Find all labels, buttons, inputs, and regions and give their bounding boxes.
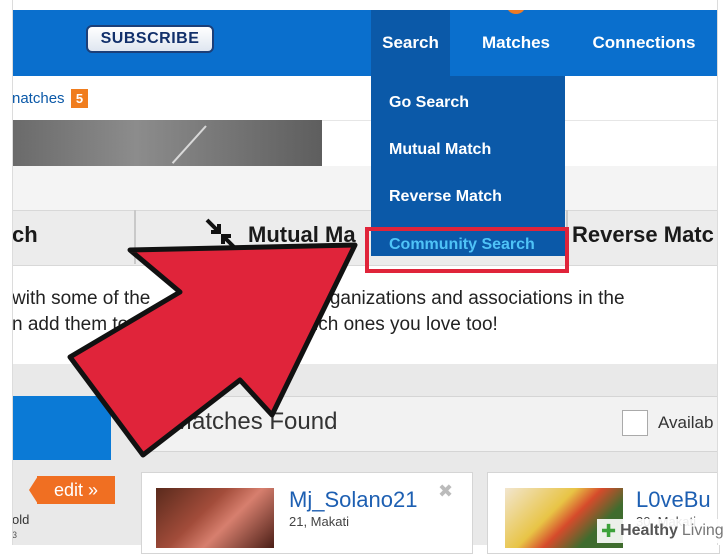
- description-line-1: with some of the ands, organizations and…: [12, 288, 625, 309]
- match-name[interactable]: L0veBu: [636, 487, 711, 513]
- match-location: 21, Makati: [289, 514, 349, 529]
- available-label: Availab: [658, 413, 714, 432]
- nav-matches[interactable]: Matches: [466, 10, 566, 76]
- highlight-box: [365, 227, 569, 273]
- watermark-living: Living: [681, 522, 724, 539]
- menu-item-mutual-match[interactable]: Mutual Match: [389, 141, 491, 159]
- menu-item-reverse-match[interactable]: Reverse Match: [389, 188, 502, 206]
- plus-icon: ✚: [601, 520, 617, 541]
- frame-right: [717, 0, 728, 545]
- frame-top: [0, 0, 728, 10]
- sub-bar: [12, 76, 718, 121]
- matches-count-badge: 5: [71, 89, 88, 108]
- watermark-healthy: Healthy: [620, 522, 678, 539]
- menu-item-go-search[interactable]: Go Search: [389, 94, 469, 112]
- match-name[interactable]: Mj_Solano21: [289, 487, 417, 513]
- tab-mutual-match[interactable]: Mutual Ma: [248, 222, 356, 248]
- profile-panel: [12, 396, 111, 460]
- sidebar-text: old: [12, 512, 30, 527]
- header-image-strip: [12, 120, 322, 166]
- profile-photo[interactable]: [156, 488, 274, 548]
- description-text: with some of the ands, organizations and…: [12, 286, 712, 338]
- frame-left: [0, 0, 13, 545]
- description-line-2: n add them to ow which ones you love too…: [12, 314, 498, 335]
- nav-search[interactable]: Search: [371, 10, 450, 76]
- close-icon[interactable]: ✖: [438, 481, 453, 502]
- gray-band: [12, 166, 718, 210]
- tab-separator: [134, 210, 136, 264]
- nav-connections[interactable]: Connections: [580, 10, 708, 76]
- available-checkbox[interactable]: [622, 410, 648, 436]
- tab-search-partial[interactable]: ch: [12, 222, 38, 248]
- tab-reverse-match[interactable]: Reverse Matc: [572, 222, 714, 248]
- matches-link[interactable]: natches: [12, 90, 65, 107]
- results-count: 3 Matches Found: [152, 408, 338, 435]
- watermark: ✚ Healthy Living: [597, 519, 728, 543]
- subscribe-button[interactable]: SUBSCRIBE: [86, 25, 214, 53]
- edit-button[interactable]: edit »: [37, 476, 115, 504]
- mutual-arrows-icon: [205, 218, 237, 250]
